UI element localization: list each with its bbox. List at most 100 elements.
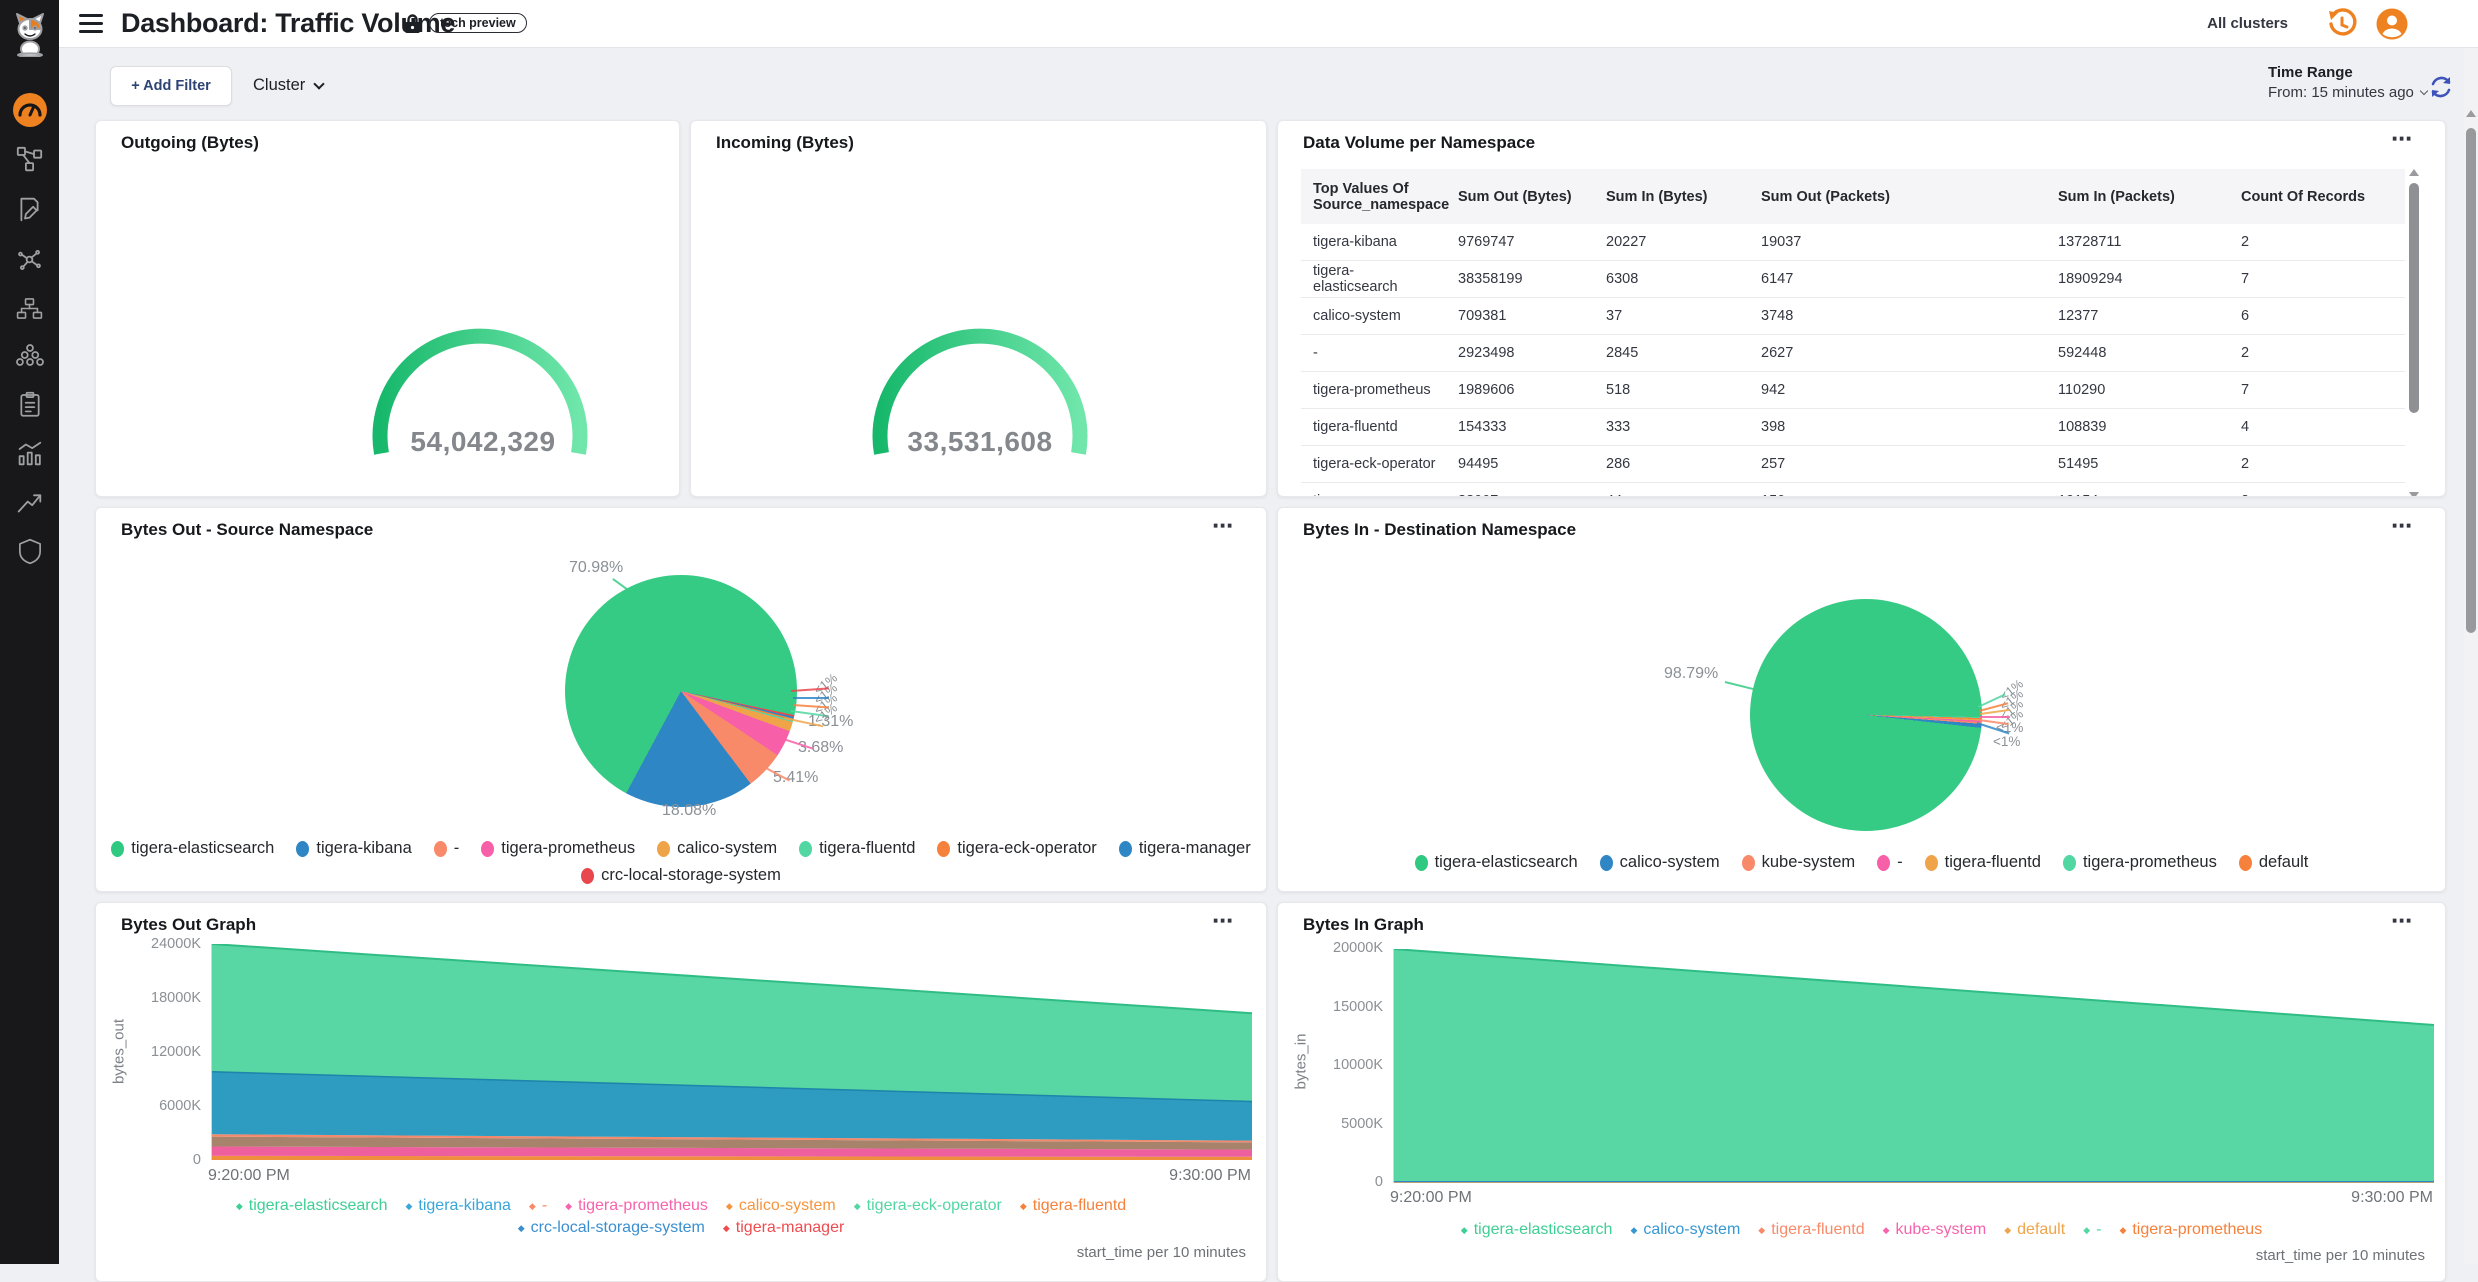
legend-item[interactable]: tigera-eck-operator [937, 839, 1096, 858]
legend-item[interactable]: tigera-kibana [296, 839, 411, 858]
legend-item[interactable]: ◆ tigera-kibana [405, 1197, 510, 1215]
table-scrollbar[interactable] [2407, 169, 2421, 497]
table-header-row: Top Values Of Source_namespace Sum Out (… [1301, 169, 2405, 224]
column-header[interactable]: Sum Out (Packets) [1749, 189, 2046, 205]
sidebar-item-threat-defense[interactable] [15, 536, 45, 566]
table-row: tigera-kibana97697472022719037137287112 [1301, 224, 2405, 261]
legend-label: tigera-kibana [418, 1197, 511, 1215]
legend-dot [2239, 855, 2252, 871]
legend-item[interactable]: - [1877, 853, 1903, 872]
legend-item[interactable]: ◆crc-local-storage-system [518, 1219, 705, 1237]
legend-label: tigera-elasticsearch [1474, 1221, 1613, 1239]
legend-label: crc-local-storage-system [531, 1219, 705, 1237]
legend-item[interactable]: ◆tigera-elasticsearch [1461, 1221, 1613, 1239]
panel-menu-icon[interactable]: ⋯ [2391, 909, 2413, 934]
sidebar-item-policies[interactable] [15, 194, 45, 224]
panel-menu-icon[interactable]: ⋯ [1212, 909, 1234, 934]
column-header[interactable]: Sum Out (Bytes) [1446, 189, 1594, 205]
legend-item[interactable]: ◆calico-system [1630, 1221, 1740, 1239]
legend-item[interactable]: tigera-elasticsearch [111, 839, 274, 858]
user-avatar-icon[interactable] [2376, 8, 2408, 40]
column-header[interactable]: Top Values Of Source_namespace [1301, 181, 1446, 213]
hamburger-menu-icon[interactable] [79, 14, 103, 33]
legend-item[interactable]: ◆tigera-fluentd [1020, 1197, 1126, 1215]
cluster-selector-label[interactable]: All clusters [2207, 15, 2288, 32]
pie-legend-row: tigera-elasticsearch tigera-kibana - tig… [96, 839, 1266, 858]
legend-marker-icon: ◆ [405, 1201, 412, 1212]
legend-marker-icon: ◆ [529, 1201, 536, 1212]
sidebar-item-endpoints[interactable] [15, 340, 45, 370]
bytes-in-area-chart[interactable] [1393, 949, 2433, 1183]
legend-item[interactable]: tigera-manager [1119, 839, 1251, 858]
legend-item[interactable]: ◆- [529, 1197, 547, 1215]
sidebar-item-dashboard-active[interactable] [12, 92, 48, 128]
legend-dot [434, 841, 447, 857]
x-axis-end: 9:30:00 PM [2318, 1189, 2433, 1207]
legend-item[interactable]: calico-system [1600, 853, 1720, 872]
legend-item[interactable]: tigera-elasticsearch [1415, 853, 1578, 872]
legend-item[interactable]: ◆calico-system [726, 1197, 836, 1215]
legend-label: tigera-prometheus [2083, 853, 2217, 872]
time-range-value[interactable]: From: 15 minutes ago [2268, 84, 2427, 101]
legend-item[interactable]: tigera-fluentd [799, 839, 915, 858]
sidebar-item-trends[interactable] [15, 487, 45, 517]
history-icon[interactable] [2326, 8, 2358, 40]
scroll-up-icon[interactable] [2466, 110, 2476, 117]
legend-item[interactable]: tigera-prometheus [481, 839, 635, 858]
legend-item[interactable]: tigera-fluentd [1925, 853, 2041, 872]
y-tick: 0 [106, 1152, 201, 1168]
calico-cat-logo[interactable] [9, 12, 51, 58]
scrollbar-thumb[interactable] [2466, 128, 2476, 633]
page-scrollbar[interactable] [2464, 48, 2478, 1264]
sidebar-item-service-graph[interactable] [15, 244, 45, 274]
y-tick: 24000K [106, 936, 201, 952]
legend-item[interactable]: default [2239, 853, 2309, 872]
pie-label: 98.79% [1664, 665, 1718, 683]
legend-dot [1742, 855, 1755, 871]
column-header[interactable]: Sum In (Bytes) [1594, 189, 1749, 205]
legend-item[interactable]: ◆kube-system [1883, 1221, 1987, 1239]
panel-title: Bytes In - Destination Namespace [1303, 520, 1576, 540]
legend-item[interactable]: ◆- [2083, 1221, 2101, 1239]
legend-label: tigera-manager [1139, 839, 1251, 858]
bytes-out-pie-chart[interactable] [565, 575, 797, 807]
legend-dot [2063, 855, 2076, 871]
legend-marker-icon: ◆ [2004, 1225, 2011, 1236]
panel-menu-icon[interactable]: ⋯ [2391, 514, 2413, 539]
panel-menu-icon[interactable]: ⋯ [1212, 514, 1234, 539]
sidebar-item-nodes[interactable] [15, 293, 45, 323]
legend-item[interactable]: ◆tigera-elasticsearch [236, 1197, 388, 1215]
legend-item[interactable]: ◆tigera-prometheus [2119, 1221, 2262, 1239]
top-header-bar: Dashboard: Traffic Volume tech preview A… [59, 0, 2478, 48]
legend-item[interactable]: ◆tigera-eck-operator [854, 1197, 1002, 1215]
legend-item[interactable]: ◆default [2004, 1221, 2065, 1239]
legend-item[interactable]: - [434, 839, 460, 858]
legend-item[interactable]: crc-local-storage-system [581, 866, 781, 885]
scrollbar-thumb[interactable] [2409, 183, 2419, 413]
panel-menu-icon[interactable]: ⋯ [2391, 127, 2413, 152]
sidebar-item-compliance[interactable] [15, 389, 45, 419]
lock-icon [404, 14, 421, 39]
legend-label: crc-local-storage-system [601, 866, 781, 885]
bytes-in-pie-chart[interactable] [1750, 599, 1982, 831]
bytes-out-area-chart[interactable] [211, 944, 1251, 1160]
legend-item[interactable]: ◆tigera-prometheus [565, 1197, 708, 1215]
legend-item[interactable]: calico-system [657, 839, 777, 858]
pie-label: 70.98% [569, 559, 623, 577]
legend-item[interactable]: ◆tigera-manager [723, 1219, 844, 1237]
legend-item[interactable]: tigera-prometheus [2063, 853, 2217, 872]
time-range-control: Time Range From: 15 minutes ago [2268, 64, 2427, 101]
legend-label: tigera-elasticsearch [249, 1197, 388, 1215]
add-filter-button[interactable]: + Add Filter [110, 66, 232, 106]
sidebar-item-network-flows[interactable] [15, 144, 45, 174]
sidebar-item-statistics[interactable] [15, 438, 45, 468]
scroll-down-icon[interactable] [2409, 492, 2419, 497]
cluster-dropdown[interactable]: Cluster [253, 76, 323, 95]
column-header[interactable]: Sum In (Packets) [2046, 189, 2229, 205]
legend-item[interactable]: ◆tigera-fluentd [1758, 1221, 1864, 1239]
panel-bytes-out-graph: Bytes Out Graph ⋯ bytes_out 24000K 18000… [95, 902, 1267, 1282]
refresh-icon[interactable] [2428, 74, 2454, 100]
legend-item[interactable]: kube-system [1742, 853, 1856, 872]
scroll-up-icon[interactable] [2409, 169, 2419, 176]
column-header[interactable]: Count Of Records [2229, 189, 2405, 205]
